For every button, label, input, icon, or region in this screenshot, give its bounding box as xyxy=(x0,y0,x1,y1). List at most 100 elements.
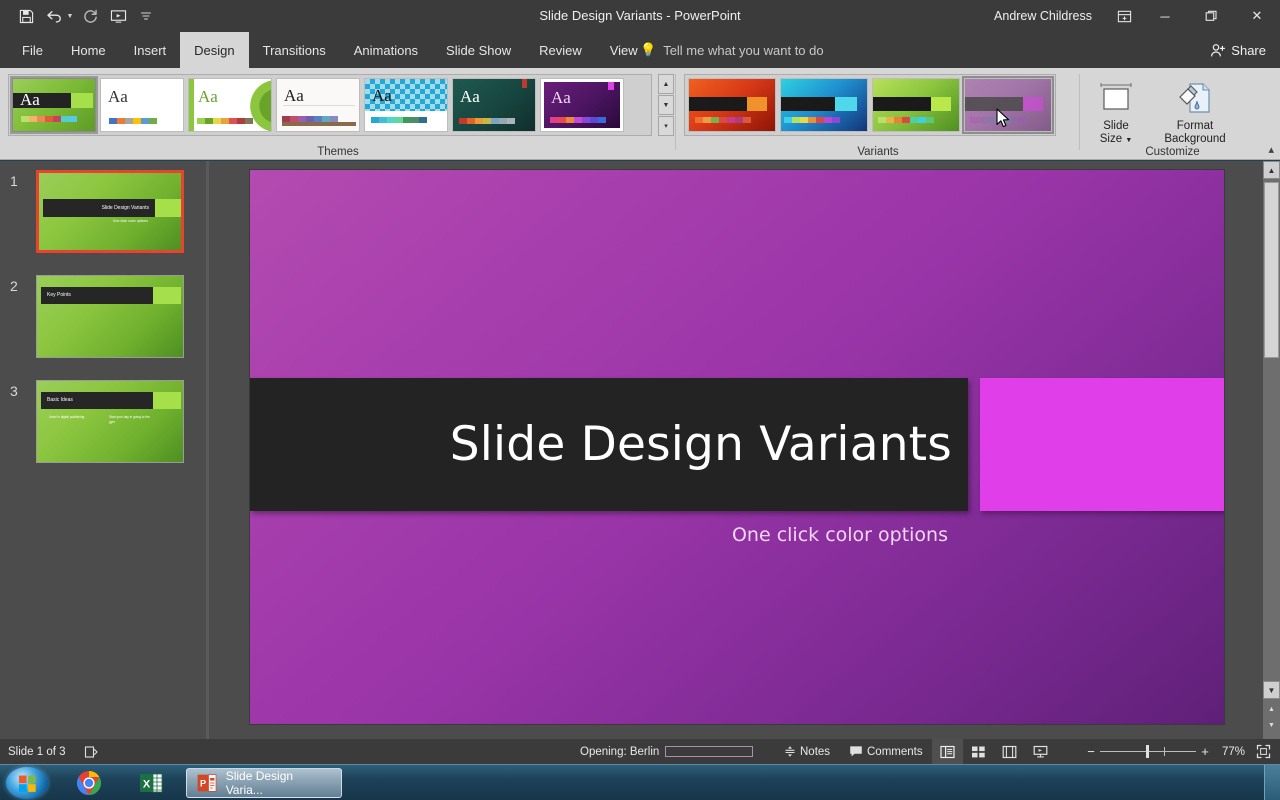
slide-title-placeholder[interactable]: Slide Design Variants xyxy=(250,378,968,511)
ribbon-tabs: File Home Insert Design Transitions Anim… xyxy=(8,32,652,68)
notes-label: Notes xyxy=(800,745,831,758)
close-button[interactable]: ✕ xyxy=(1234,0,1280,32)
thumb1-subtitle: One click color options xyxy=(112,219,148,223)
theme-item-3[interactable]: Aa xyxy=(276,78,360,132)
chrome-icon xyxy=(76,771,102,795)
share-button[interactable]: Share xyxy=(1210,32,1266,68)
slide-subtitle-text[interactable]: One click color options xyxy=(250,524,968,546)
current-slide[interactable]: Slide Design Variants One click color op… xyxy=(250,170,1224,724)
tab-file[interactable]: File xyxy=(8,32,57,68)
tab-transitions[interactable]: Transitions xyxy=(249,32,340,68)
ribbon-group-variants: ▲ ▼ ▾ Variants xyxy=(676,68,1080,160)
comments-button[interactable]: Comments xyxy=(840,739,932,764)
windows-taskbar: X P Slide Design Varia... ▲ xyxy=(0,764,1280,800)
themes-scroll-down-icon[interactable]: ▼ xyxy=(658,95,674,115)
theme-item-5[interactable]: Aa xyxy=(452,78,536,132)
zoom-track[interactable] xyxy=(1100,745,1196,758)
title-bar: ▼ Slide Design Variants - PowerPoint And… xyxy=(0,0,1280,32)
zoom-out-button[interactable]: − xyxy=(1082,744,1100,759)
excel-icon: X xyxy=(140,773,163,793)
thumbnail-slide-1[interactable]: Slide Design Variants One click color op… xyxy=(36,170,184,253)
format-background-label-2: Background xyxy=(1164,133,1226,145)
zoom-in-button[interactable]: + xyxy=(1196,744,1214,759)
window-controls-area: Andrew Childress ─ ✕ xyxy=(994,0,1280,32)
tell-me-search[interactable]: 💡 Tell me what you want to do xyxy=(640,32,824,68)
variant-item-0[interactable] xyxy=(688,78,776,132)
notes-icon xyxy=(785,746,795,757)
workspace: 1 Slide Design Variants One click color … xyxy=(0,161,1280,739)
thumbnail-slide-3[interactable]: Basic Ideas Used in digital publishing S… xyxy=(36,380,184,463)
slide-editing-stage[interactable]: Slide Design Variants One click color op… xyxy=(209,161,1280,739)
zoom-level-label[interactable]: 77% xyxy=(1222,739,1245,764)
thumbnail-slide-2[interactable]: Key Points xyxy=(36,275,184,358)
zoom-slider[interactable]: − + xyxy=(1082,739,1214,764)
next-slide-icon[interactable]: ▼ xyxy=(1265,719,1278,731)
status-opening-indicator: Opening: Berlin xyxy=(580,739,754,764)
variant-item-2[interactable] xyxy=(872,78,960,132)
svg-text:P: P xyxy=(200,778,206,788)
themes-scroll-up-icon[interactable]: ▲ xyxy=(658,74,674,94)
normal-view-button[interactable] xyxy=(932,739,963,764)
share-person-icon xyxy=(1211,43,1226,56)
scroll-down-icon[interactable]: ▼ xyxy=(1263,681,1280,699)
zoom-knob[interactable] xyxy=(1146,745,1149,758)
themes-gallery[interactable]: Aa Aa Aa Aa Aa Aa Aa xyxy=(8,74,652,136)
taskbar-powerpoint-label: Slide Design Varia... xyxy=(225,769,294,797)
theme-item-2[interactable]: Aa xyxy=(188,78,272,132)
account-name[interactable]: Andrew Childress xyxy=(994,9,1092,23)
slide-number-2: 2 xyxy=(10,278,18,294)
taskbar-powerpoint[interactable]: P Slide Design Varia... xyxy=(186,768,342,798)
slide-counter[interactable]: Slide 1 of 3 xyxy=(8,739,66,764)
themes-gallery-scroll: ▲ ▼ ▾ xyxy=(658,74,674,136)
theme-item-0[interactable]: Aa xyxy=(10,76,98,134)
start-button[interactable] xyxy=(6,767,48,799)
tab-design[interactable]: Design xyxy=(180,32,249,68)
theme-item-4[interactable]: Aa xyxy=(364,78,448,132)
tab-home[interactable]: Home xyxy=(57,32,120,68)
previous-slide-icon[interactable]: ▲ xyxy=(1265,703,1278,715)
svg-text:X: X xyxy=(143,779,151,791)
restore-button[interactable] xyxy=(1188,0,1234,32)
slide-size-button[interactable]: Slide Size ▼ xyxy=(1088,76,1144,147)
minimize-button[interactable]: ─ xyxy=(1142,0,1188,32)
reading-view-button[interactable] xyxy=(994,739,1025,764)
slide-vertical-scrollbar[interactable]: ▲ ▼ ▲ ▼ xyxy=(1263,161,1280,739)
ribbon-design-tab: Aa Aa Aa Aa Aa Aa Aa ▲ ▼ ▾ Themes Varian… xyxy=(0,68,1280,160)
opening-label: Opening: Berlin xyxy=(580,745,660,758)
slide-size-label-1: Slide xyxy=(1103,120,1129,132)
thumb3-body-right: Start your day in going to the gym xyxy=(109,415,150,424)
accessibility-checker-icon[interactable] xyxy=(84,739,98,764)
tab-animations[interactable]: Animations xyxy=(340,32,432,68)
tab-slide-show[interactable]: Slide Show xyxy=(432,32,525,68)
tab-insert[interactable]: Insert xyxy=(120,32,181,68)
thumb3-body-left: Used in digital publishing xyxy=(49,415,85,419)
theme-item-1[interactable]: Aa xyxy=(100,78,184,132)
theme-item-6[interactable]: Aa xyxy=(540,78,624,132)
status-bar: Slide 1 of 3 Opening: Berlin Notes Comme… xyxy=(0,739,1280,764)
tell-me-label: Tell me what you want to do xyxy=(663,42,824,58)
slide-number-3: 3 xyxy=(10,383,18,399)
scrollbar-thumb[interactable] xyxy=(1264,182,1279,358)
slide-accent-block xyxy=(980,378,1224,511)
format-background-label-1: Format xyxy=(1176,120,1214,132)
variant-item-1[interactable] xyxy=(780,78,868,132)
slide-thumbnail-pane[interactable]: 1 Slide Design Variants One click color … xyxy=(0,161,206,739)
show-desktop-button[interactable] xyxy=(1264,765,1280,800)
tab-review[interactable]: Review xyxy=(525,32,596,68)
taskbar-excel[interactable]: X xyxy=(128,768,174,798)
ribbon-group-customize: Slide Size ▼ Format Background Customize xyxy=(1080,68,1280,160)
collapse-ribbon-icon[interactable]: ▴ xyxy=(1268,143,1274,156)
slide-sorter-view-button[interactable] xyxy=(963,739,994,764)
taskbar-chrome[interactable] xyxy=(66,768,112,798)
format-background-button[interactable]: Format Background xyxy=(1152,76,1238,146)
themes-more-icon[interactable]: ▾ xyxy=(658,116,674,136)
notes-button[interactable]: Notes xyxy=(775,739,839,764)
slide-show-view-button[interactable] xyxy=(1025,739,1056,764)
thumb3-title: Basic Ideas xyxy=(47,397,73,403)
ribbon-display-options-icon[interactable] xyxy=(1106,0,1142,32)
thumb2-title: Key Points xyxy=(47,292,71,298)
ribbon-tab-strip: File Home Insert Design Transitions Anim… xyxy=(0,32,1280,68)
fit-to-window-icon[interactable] xyxy=(1256,739,1271,764)
scroll-up-icon[interactable]: ▲ xyxy=(1263,161,1280,179)
view-buttons xyxy=(932,739,1056,764)
